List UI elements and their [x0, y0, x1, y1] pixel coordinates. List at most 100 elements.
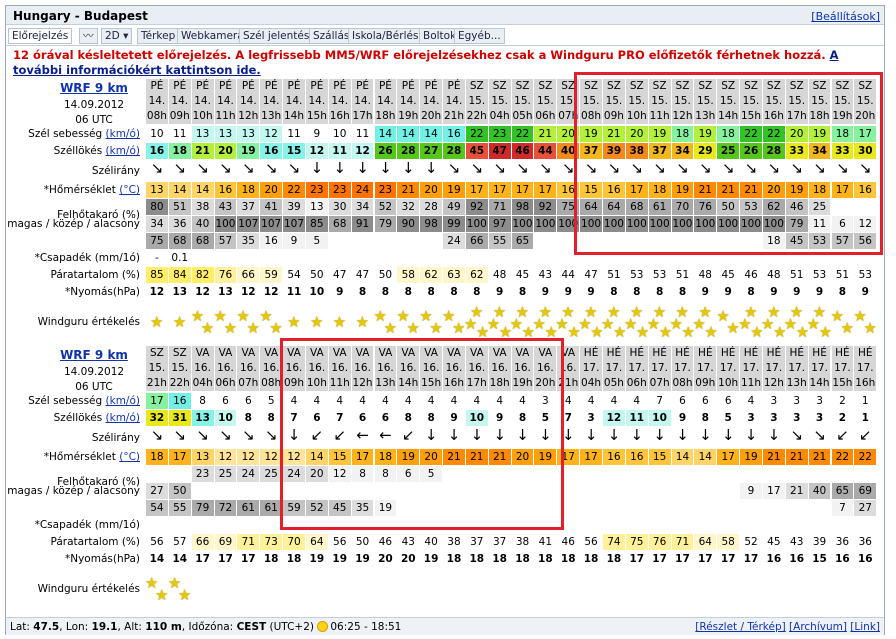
pressure: 10 [309, 286, 325, 298]
tab-2[interactable]: 2D ▾ [101, 28, 133, 44]
wind-gust: 34 [671, 143, 694, 159]
cloud-low [785, 500, 808, 516]
permalink[interactable]: [Link] [850, 621, 880, 633]
humidity: 50 [374, 267, 397, 283]
pressure: 8 [518, 286, 527, 298]
precipitation [786, 517, 808, 533]
wind-speed: 4 [580, 393, 602, 409]
humidity: 76 [214, 267, 237, 283]
wind-speed: 20 [557, 126, 580, 142]
wind-gust-unit-link[interactable]: (km/ó) [106, 145, 140, 157]
precipitation [397, 250, 419, 266]
wind-gust: 16 [146, 143, 168, 159]
wind-gust-unit-link[interactable]: (km/ó) [106, 412, 140, 424]
precipitation [192, 517, 214, 533]
temperature: 19 [443, 182, 465, 198]
header-day: PÉ [191, 79, 214, 94]
header-hour: 08h [580, 109, 602, 124]
cloud-high: 80 [146, 199, 168, 215]
tab-6[interactable]: Szállás [309, 28, 354, 44]
precipitation [489, 517, 511, 533]
header-date: 17. [854, 361, 877, 376]
cloud-low [534, 500, 557, 516]
wind-speed-unit-link[interactable]: (km/ó) [106, 128, 140, 140]
wind-gust: 3 [785, 410, 808, 426]
temperature: 14 [305, 449, 328, 465]
temperature: 21 [785, 449, 808, 465]
model-name-link[interactable]: WRF 9 km [44, 348, 144, 362]
tab-7[interactable]: Iskola/Bérlés [348, 28, 423, 44]
tab-1[interactable]: 〰 [79, 28, 98, 44]
cloud-mid: 107 [260, 216, 283, 232]
cloud-mid [260, 483, 283, 499]
pressure: 18 [286, 553, 302, 565]
header-day: HÉ [603, 346, 625, 361]
settings-link[interactable]: [Beállítások] [811, 10, 880, 23]
temperature: 18 [808, 182, 831, 198]
humidity: 46 [740, 267, 762, 283]
humidity-label: Páratartalom (%) [50, 536, 140, 548]
precipitation [832, 250, 854, 266]
wind-direction-arrow-icon: ↓ [607, 426, 621, 444]
tab-5[interactable]: Szél jelentés [239, 28, 314, 44]
header-hour: 21h [443, 109, 465, 124]
precipitation [649, 517, 671, 533]
wind-speed: 4 [603, 393, 625, 409]
cloud-mid: 100 [694, 216, 717, 232]
header-date: 15. [534, 94, 557, 109]
precipitation [740, 250, 762, 266]
wind-gust: 28 [762, 143, 785, 159]
precipitation [672, 250, 694, 266]
temperature-unit-link[interactable]: (°C) [119, 184, 140, 196]
temperature: 21 [694, 182, 717, 198]
cloud-mid-label: magas / közép / alacsony [7, 218, 140, 230]
precipitation-label: *Csapadék (mm/1ó) [34, 252, 140, 264]
tab-4[interactable]: Webkamera [177, 28, 248, 44]
wind-speed: 14 [374, 126, 397, 142]
header-day: SZ [854, 79, 877, 94]
humidity-label: Páratartalom (%) [50, 269, 140, 281]
cloud-mid: 79 [785, 216, 808, 232]
humidity: 51 [831, 267, 854, 283]
rating-label: Windguru értékelés [37, 316, 140, 328]
tab-3[interactable]: Térkep [137, 28, 180, 44]
cloud-low: 61 [237, 500, 260, 516]
header-hour: 11h [214, 109, 237, 124]
wind-speed: 4 [443, 393, 465, 409]
cloud-mid: 107 [283, 216, 305, 232]
cloud-mid: 100 [625, 216, 648, 232]
cloud-mid: 100 [671, 216, 694, 232]
header-day: PÉ [168, 79, 191, 94]
cloud-high [580, 466, 602, 482]
wind-direction-arrow-icon: ↓ [402, 159, 415, 177]
wind-speed-unit-link[interactable]: (km/ó) [106, 395, 140, 407]
cloud-mid [625, 483, 648, 499]
wind-gust: 26 [374, 143, 397, 159]
rating-star-icon: ★ [177, 586, 192, 604]
cloud-low: 19 [374, 500, 397, 516]
wind-speed: 6 [237, 393, 260, 409]
cloud-mid: 40 [808, 483, 831, 499]
tab-9[interactable]: Egyéb... [454, 28, 505, 44]
cloud-high: 41 [260, 199, 283, 215]
detail-map-link[interactable]: [Részlet / Térkép] [695, 621, 785, 633]
precipitation [375, 517, 397, 533]
cloud-high: 38 [191, 199, 214, 215]
header-date: 16. [557, 361, 580, 376]
precipitation: - [155, 252, 159, 264]
wind-gust: 20 [214, 143, 237, 159]
cloud-low: 45 [328, 500, 351, 516]
cloud-low: 59 [283, 500, 305, 516]
cloud-high: 24 [237, 466, 260, 482]
temperature-unit-link[interactable]: (°C) [119, 451, 140, 463]
cloud-high [511, 466, 534, 482]
cloud-high: 28 [420, 199, 443, 215]
wind-direction-arrow-icon: ↓ [653, 426, 666, 444]
temperature: 15 [328, 449, 351, 465]
model-name-link[interactable]: WRF 9 km [44, 81, 144, 95]
archive-link[interactable]: [Archívum] [789, 621, 847, 633]
cloud-mid: 11 [808, 216, 831, 232]
tab-0[interactable]: Előrejelzés [8, 28, 73, 44]
wind-speed: 19 [580, 126, 602, 142]
pressure: 19 [309, 553, 325, 565]
